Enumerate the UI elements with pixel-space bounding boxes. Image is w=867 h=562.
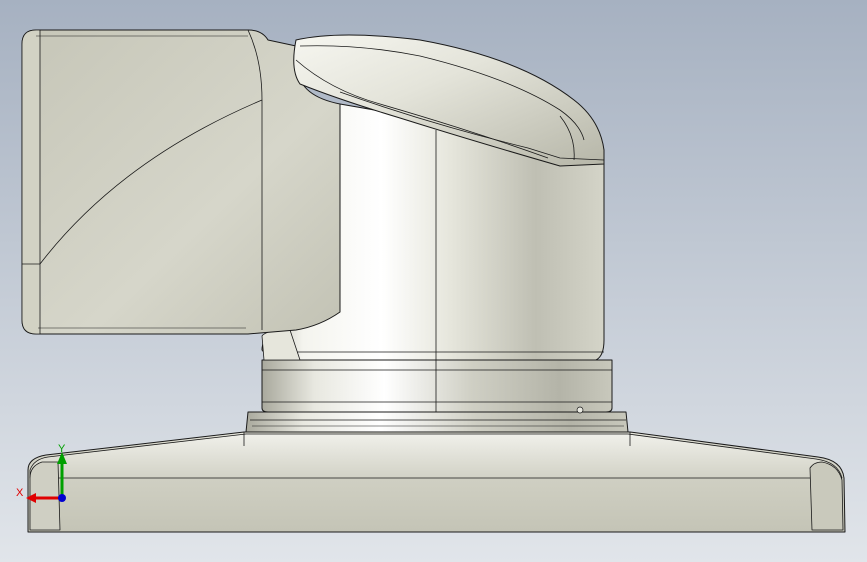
model-scene[interactable]: X Y bbox=[0, 0, 867, 562]
flange bbox=[245, 411, 629, 433]
lower-ring bbox=[261, 359, 613, 413]
side-arm bbox=[21, 29, 341, 335]
x-axis-label: X bbox=[16, 487, 24, 499]
cad-viewport[interactable]: X Y bbox=[0, 0, 867, 562]
z-axis-dot bbox=[58, 494, 66, 502]
side-arm-front-face bbox=[21, 29, 41, 335]
y-axis-label: Y bbox=[58, 443, 66, 455]
